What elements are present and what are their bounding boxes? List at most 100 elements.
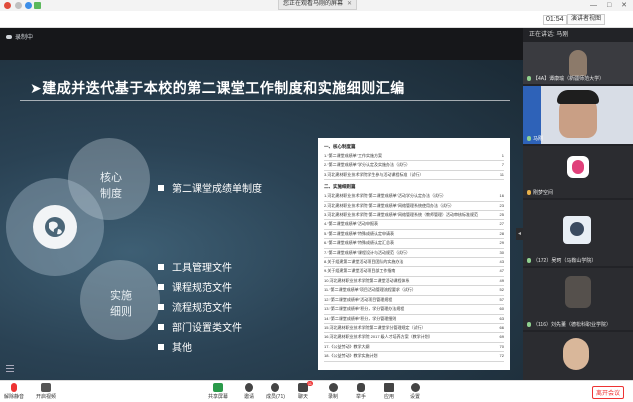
window-controls[interactable]: — □ ✕: [590, 1, 631, 9]
security-icon[interactable]: [25, 2, 32, 9]
impl-bullet-text: 工具管理文件: [172, 263, 232, 274]
invite-button[interactable]: 邀请: [244, 383, 254, 400]
recording-indicator: 录制中: [6, 32, 33, 41]
participant-tile[interactable]: 【4A】谭康瑜（新疆师范大学）: [523, 42, 633, 84]
collapse-panel-icon[interactable]: ◂: [516, 228, 523, 240]
speaking-indicator: 正在讲话: 马刚: [523, 28, 633, 42]
speaker-view-button[interactable]: 演讲者视图: [567, 14, 606, 25]
participant-tile-active[interactable]: 马刚: [523, 86, 633, 144]
meeting-toolbar: 01:54 演讲者视图: [0, 11, 633, 28]
doc-row: 5.“第二课堂成绩单”特殊成绩认定申请表 28: [324, 230, 504, 240]
doc-row: 2.“第二课堂成绩单”学分认定及实施办法（试行） 7: [324, 161, 504, 171]
doc-row: 4.“第二课堂成绩单”活动申报表 27: [324, 220, 504, 230]
share-screen-button[interactable]: 共享屏幕: [208, 383, 228, 400]
raise-hand-label: 举手: [356, 394, 367, 400]
doc-row: 7.“第二课堂成绩单”课程设计与活动规范（试行） 30: [324, 249, 504, 259]
doc-section-title: 一、核心制度篇: [324, 144, 356, 149]
doc-row: 13.“第二课堂成绩单”积分，学分管理办法规程 60: [324, 305, 504, 315]
doc-row: 10.河北建材职业技术学院第二课堂活动课程体系 49: [324, 277, 504, 287]
camera-off-icon: [41, 383, 51, 392]
doc-row-page: 25: [499, 212, 504, 218]
doc-row-page: 52: [499, 287, 504, 293]
meeting-window: 您正在观看马刚的屏幕 ✕ — □ ✕ 01:54 演讲者视图 录制中 ➤建成并迭…: [0, 0, 633, 402]
share-screen-icon: [213, 383, 223, 392]
doc-row-page: 30: [499, 249, 504, 255]
doc-section-title: 二、实施细则篇: [324, 184, 356, 190]
doc-row-page: 7: [501, 162, 504, 168]
unmute-label: 解除静音: [4, 394, 25, 400]
meeting-controls: 解除静音 开启视频 共享屏幕 邀请 成员(71) 11 聊天 录制 举手 应用 …: [0, 380, 633, 402]
bullet-icon: [158, 303, 164, 310]
avatar-hair: [557, 90, 599, 104]
invite-label: 邀请: [244, 394, 255, 400]
apps-icon: [384, 383, 394, 392]
doc-row-page: 43: [499, 259, 504, 265]
doc-row-title: 2.“第二课堂成绩单”学分认定及实施办法（试行）: [324, 162, 410, 168]
doc-row: 11.“第二课堂成绩单”项目活动管理流程要求（试行） 52: [324, 286, 504, 296]
doc-row-title: 3.河北建材职业技术学院“第二课堂成绩单”网络管理系统（教师管理）活动审核标准规…: [324, 212, 478, 218]
members-button[interactable]: 成员(71): [266, 383, 285, 400]
doc-row: 18.《公益劳动》教学实施计划 72: [324, 352, 504, 362]
bullet-icon: [158, 343, 164, 350]
participant-name: 刚梦空间: [527, 189, 553, 196]
core-system-label: 核心 制度: [96, 170, 126, 202]
doc-row-page: 63: [499, 315, 504, 321]
doc-row: 9.关于组建第二课堂活动项目部工作指南 47: [324, 267, 504, 277]
doc-row-page: 11: [499, 171, 504, 177]
close-icon[interactable]: ✕: [347, 0, 352, 9]
doc-section-rows: 1.“第二课堂成绩单”工作实施方案 1 2.“第二课堂成绩单”学分认定及实施办法（试…: [324, 152, 504, 181]
impl-bullet-text: 流程规范文件: [172, 303, 232, 314]
bullet-icon: [158, 184, 164, 191]
raise-hand-button[interactable]: 举手: [356, 383, 366, 400]
doc-row-title: 15.河北建材职业技术学院第二课堂学分管理规定（试行）: [324, 324, 426, 330]
doc-row: 2.河北建材职业技术学院“第二课堂成绩单”网络管理系统使用办法（试行） 23: [324, 202, 504, 212]
doc-row: 14.“第二课堂成绩单”积分，学分管理细则 63: [324, 315, 504, 324]
apps-button[interactable]: 应用: [384, 383, 394, 400]
presentation-slide: ➤建成并迭代基于本校的第二课堂工作制度和实施细则汇编 核心 制度 实施 细则 第…: [0, 60, 523, 380]
doc-row-page: 1: [501, 153, 504, 158]
avatar: [567, 156, 589, 178]
participant-name-text: （116）刘先董（德松科职业学院）: [533, 322, 611, 328]
doc-row-title: 1.“第二课堂成绩单”工作实施方案: [324, 153, 382, 158]
participant-tile[interactable]: （116）刘先董（德松科职业学院）: [523, 268, 633, 330]
impl-bullet: 部门设置类文件: [158, 319, 242, 334]
start-video-label: 开启视频: [36, 394, 57, 400]
doc-row-page: 60: [499, 306, 504, 312]
globe-icon: [33, 205, 77, 249]
participant-tile[interactable]: （172）吴珂（马鞍山学院）: [523, 200, 633, 266]
start-video-button[interactable]: 开启视频: [36, 383, 56, 400]
impl-detail-label: 实施 细则: [106, 288, 136, 320]
slide-menu-icon[interactable]: [6, 365, 18, 375]
title-bar: 您正在观看马刚的屏幕 ✕ — □ ✕: [0, 0, 633, 11]
leave-meeting-button[interactable]: 离开会议: [592, 386, 625, 399]
app-logo-icon: [4, 2, 11, 9]
apps-label: 应用: [384, 394, 395, 400]
doc-row-title: 8.关于组建第二课堂活动项目团队的实施办法: [324, 259, 404, 265]
doc-row: 12.“第二课堂成绩单”活动项目管理规程 57: [324, 296, 504, 306]
settings-button[interactable]: 设置: [410, 383, 420, 400]
bullet-icon: [158, 263, 164, 270]
info-icon[interactable]: [15, 2, 22, 9]
participant-tile[interactable]: 刚梦空间: [523, 146, 633, 198]
signal-icon: [34, 2, 41, 9]
mic-muted-icon: [11, 383, 17, 392]
doc-row-title: 18.《公益劳动》教学实施计划: [324, 353, 378, 359]
doc-row-title: 2.河北建材职业技术学院“第二课堂成绩单”网络管理系统使用办法（试行）: [324, 202, 454, 208]
chat-badge: 11: [306, 381, 313, 386]
doc-row-page: 70: [499, 343, 504, 349]
doc-row-title: 3.河北建材职业技术学院学生参与活动课程标准（试行）: [324, 171, 424, 177]
doc-row-title: 10.河北建材职业技术学院第二课堂活动课程体系: [324, 277, 410, 283]
chat-button[interactable]: 11 聊天: [298, 381, 313, 400]
impl-bullet-text: 部门设置类文件: [172, 323, 242, 334]
doc-section-rows: 1.河北建材职业技术学院“第二课堂成绩单”活动学分认定办法（试行） 16 2.河北建…: [324, 192, 504, 362]
share-banner: 您正在观看马刚的屏幕 ✕: [278, 0, 358, 10]
impl-label-text: 实施 细则: [110, 290, 132, 318]
share-banner-text: 您正在观看马刚的屏幕: [283, 1, 344, 7]
doc-row-page: 16: [499, 193, 504, 199]
participant-tile[interactable]: [523, 332, 633, 380]
participant-name-text: 马刚: [533, 136, 544, 142]
settings-label: 设置: [410, 394, 421, 400]
doc-row-title: 5.“第二课堂成绩单”特殊成绩认定申请表: [324, 230, 394, 236]
record-button[interactable]: 录制: [328, 383, 338, 400]
unmute-button[interactable]: 解除静音: [4, 383, 24, 400]
